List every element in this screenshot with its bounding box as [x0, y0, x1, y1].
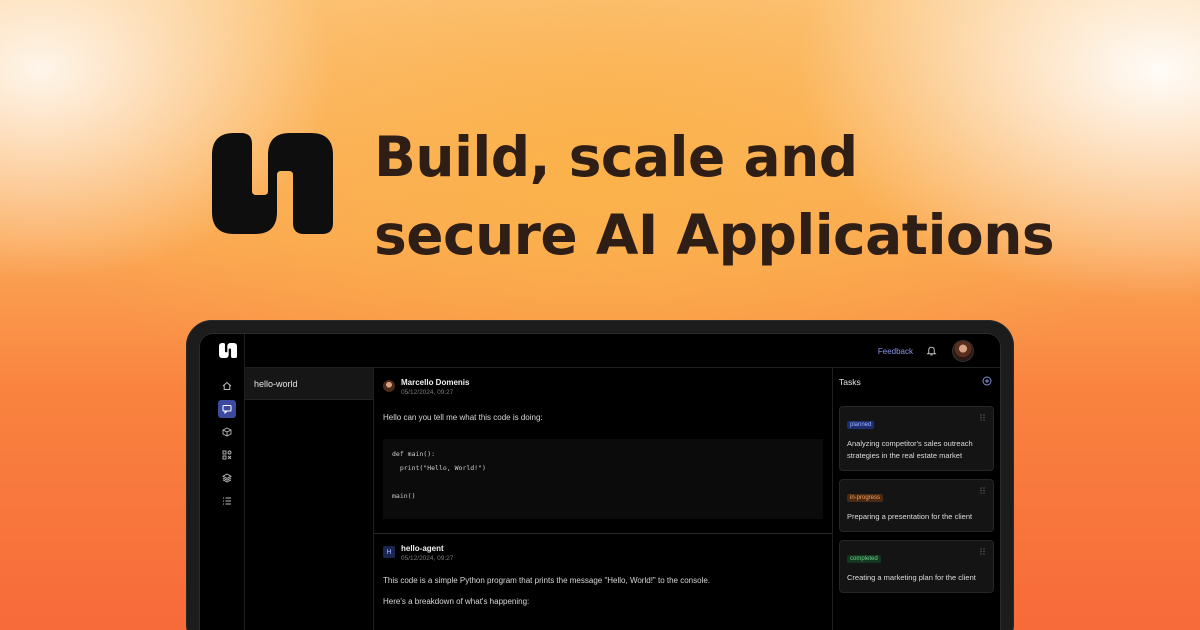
top-bar: Feedback	[245, 334, 1000, 368]
add-task-icon[interactable]	[982, 376, 992, 386]
layers-icon[interactable]	[218, 469, 236, 487]
shapes-icon[interactable]	[218, 446, 236, 464]
task-text: Analyzing competitor's sales outreach st…	[847, 439, 973, 460]
task-text: Preparing a presentation for the client	[847, 512, 973, 521]
message-item: Marcello Domenis 05/12/2024, 09:27 Hello…	[374, 368, 832, 519]
hero-title: Build, scale and secure AI Applications	[374, 118, 1094, 274]
message-timestamp: 05/12/2024, 09:27	[401, 555, 454, 562]
agent-avatar: H	[383, 546, 395, 558]
app-logo-icon[interactable]	[219, 343, 237, 358]
bell-icon[interactable]	[926, 345, 937, 356]
message-text-2: Here's a breakdown of what's happening:	[383, 597, 530, 606]
hero-title-line-1: Build, scale and	[374, 125, 858, 189]
tasks-panel: Tasks planned Analyzing competitor's sal…	[832, 368, 1000, 630]
message-author: Marcello Domenis	[401, 378, 470, 387]
drag-handle-icon[interactable]	[980, 487, 985, 494]
status-badge: in-progress	[847, 494, 884, 502]
home-icon[interactable]	[218, 377, 236, 395]
list-icon[interactable]	[218, 492, 236, 510]
drag-handle-icon[interactable]	[980, 414, 985, 421]
message-author: hello-agent	[401, 544, 444, 553]
task-card[interactable]: completed Creating a marketing plan for …	[839, 540, 994, 593]
chat-icon[interactable]	[218, 400, 236, 418]
brand-logo-icon	[212, 133, 333, 234]
author-avatar	[383, 380, 395, 392]
message-text: Hello can you tell me what this code is …	[383, 413, 543, 422]
device-frame: Feedback hello-world Marcello Domenis 05…	[186, 320, 1014, 630]
status-badge: completed	[847, 555, 881, 563]
message-text: This code is a simple Python program tha…	[383, 576, 711, 585]
message-timestamp: 05/12/2024, 09:27	[401, 389, 454, 396]
cube-icon[interactable]	[218, 423, 236, 441]
tasks-title: Tasks	[839, 377, 861, 387]
task-text: Creating a marketing plan for the client	[847, 573, 976, 582]
code-block: def main(): print("Hello, World!") main(…	[383, 439, 823, 519]
status-badge: planned	[847, 421, 875, 429]
feedback-link[interactable]: Feedback	[878, 347, 913, 356]
task-card[interactable]: in-progress Preparing a presentation for…	[839, 479, 994, 532]
sidebar-rail	[200, 334, 245, 630]
channel-item-hello-world[interactable]: hello-world	[245, 368, 373, 400]
channel-list: hello-world	[245, 368, 374, 630]
message-thread: Marcello Domenis 05/12/2024, 09:27 Hello…	[374, 368, 832, 630]
hero-title-line-2: secure AI Applications	[374, 203, 1055, 267]
message-item: H hello-agent 05/12/2024, 09:27 This cod…	[374, 534, 832, 609]
drag-handle-icon[interactable]	[980, 548, 985, 555]
task-card[interactable]: planned Analyzing competitor's sales out…	[839, 406, 994, 471]
app-screen: Feedback hello-world Marcello Domenis 05…	[199, 333, 1001, 630]
user-avatar[interactable]	[952, 340, 974, 362]
